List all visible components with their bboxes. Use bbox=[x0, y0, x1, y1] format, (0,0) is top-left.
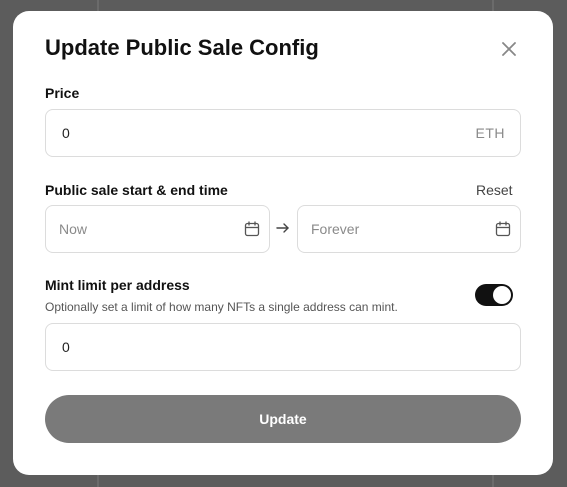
sale-time-label: Public sale start & end time bbox=[45, 182, 228, 198]
end-time-placeholder: Forever bbox=[311, 221, 360, 237]
mint-limit-label: Mint limit per address bbox=[45, 277, 190, 293]
mint-limit-helper-text: Optionally set a limit of how many NFTs … bbox=[45, 300, 398, 314]
price-input[interactable]: 0 ETH bbox=[45, 109, 521, 157]
start-time-placeholder: Now bbox=[59, 221, 88, 237]
toggle-knob bbox=[493, 286, 511, 304]
background-divider bbox=[492, 0, 494, 11]
price-value: 0 bbox=[62, 125, 70, 141]
mint-limit-toggle[interactable] bbox=[475, 284, 513, 306]
close-button[interactable] bbox=[499, 39, 519, 59]
price-label: Price bbox=[45, 85, 80, 101]
modal-title: Update Public Sale Config bbox=[45, 35, 319, 60]
end-time-input[interactable]: Forever bbox=[297, 205, 521, 253]
close-icon bbox=[502, 42, 516, 56]
price-currency: ETH bbox=[475, 125, 505, 141]
background-divider bbox=[97, 475, 99, 487]
update-public-sale-modal: Update Public Sale Config Price 0 ETH Pu… bbox=[13, 11, 553, 475]
background-divider bbox=[97, 0, 99, 11]
mint-limit-value: 0 bbox=[62, 339, 70, 355]
start-time-input[interactable]: Now bbox=[45, 205, 270, 253]
background-divider bbox=[492, 475, 494, 487]
reset-button[interactable]: Reset bbox=[476, 182, 513, 198]
calendar-icon[interactable] bbox=[244, 221, 260, 237]
arrow-right-icon bbox=[276, 223, 289, 233]
update-button[interactable]: Update bbox=[45, 395, 521, 443]
mint-limit-input[interactable]: 0 bbox=[45, 323, 521, 371]
calendar-icon[interactable] bbox=[495, 221, 511, 237]
